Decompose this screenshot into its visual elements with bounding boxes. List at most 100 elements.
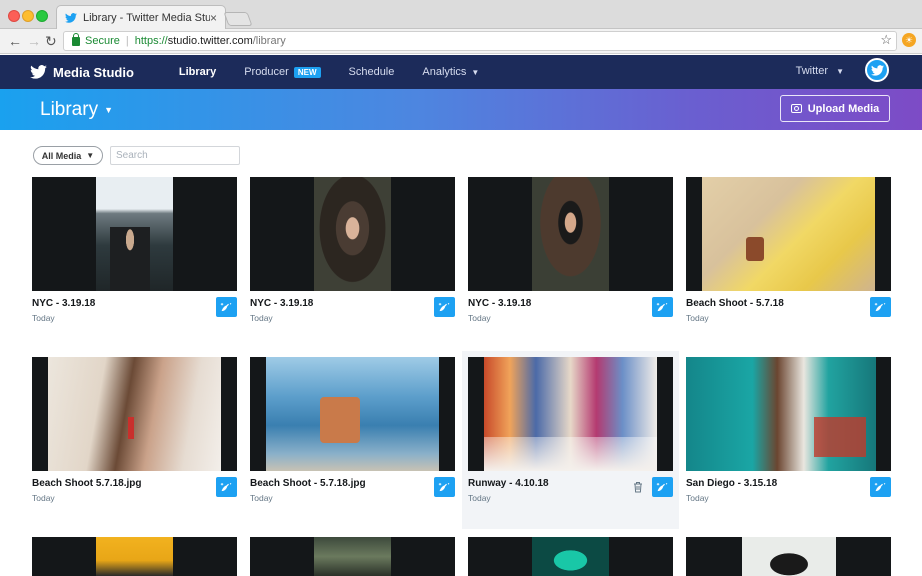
tweet-compose-button[interactable] — [216, 297, 237, 317]
media-card[interactable]: NYC - 3.19.18 Today — [468, 177, 673, 327]
media-date: Today — [468, 313, 491, 323]
media-thumbnail[interactable] — [32, 357, 237, 471]
compose-tweet-icon — [656, 302, 668, 312]
media-thumbnail-image-detail — [110, 227, 150, 291]
media-date: Today — [468, 493, 491, 503]
chevron-down-icon: ▼ — [836, 67, 844, 76]
media-thumbnail[interactable] — [686, 537, 891, 576]
tab-close-icon[interactable]: × — [210, 11, 217, 25]
media-card[interactable] — [686, 537, 891, 576]
nav-analytics[interactable]: Analytics ▼ — [422, 66, 479, 78]
upload-media-button[interactable]: Upload Media — [780, 95, 890, 122]
media-filter-label: All Media — [41, 150, 82, 161]
tweet-compose-button[interactable] — [434, 297, 455, 317]
nav-analytics-label: Analytics — [422, 66, 467, 78]
media-date: Today — [32, 313, 55, 323]
media-thumbnail[interactable] — [468, 357, 673, 471]
nav-schedule[interactable]: Schedule — [349, 66, 395, 78]
secure-label: Secure — [85, 35, 120, 47]
address-bar: ← → ↻ Secure | https:// studio.twitter.c… — [0, 29, 922, 54]
media-date: Today — [32, 493, 55, 503]
media-filter-dropdown[interactable]: All Media ▼ — [33, 146, 103, 165]
media-date: Today — [686, 313, 709, 323]
chevron-down-icon: ▼ — [104, 105, 113, 115]
close-window-button[interactable] — [8, 10, 20, 22]
compose-tweet-icon — [220, 302, 232, 312]
url-protocol: https:// — [134, 35, 168, 47]
media-card[interactable]: NYC - 3.19.18 Today — [250, 177, 455, 327]
media-thumbnail-image-detail — [128, 417, 134, 439]
library-banner: Library ▼ Upload Media — [0, 89, 922, 130]
url-field[interactable]: Secure | https:// studio.twitter.com /li… — [63, 31, 897, 51]
chevron-down-icon: ▼ — [471, 67, 480, 77]
forward-arrow-icon[interactable]: → — [27, 33, 41, 49]
media-title: NYC - 3.19.18 — [32, 298, 96, 309]
nav-producer-label: Producer — [244, 66, 289, 78]
compose-tweet-icon — [220, 482, 232, 492]
compose-tweet-icon — [438, 482, 450, 492]
search-input[interactable] — [110, 146, 240, 165]
brand-name: Media Studio — [53, 64, 134, 80]
media-thumbnail[interactable] — [32, 177, 237, 291]
nav-library[interactable]: Library — [179, 66, 216, 78]
page-title-dropdown[interactable]: Library ▼ — [40, 99, 113, 121]
tweet-compose-button[interactable] — [652, 477, 673, 497]
media-title: Beach Shoot - 5.7.18.jpg — [250, 478, 366, 489]
compose-tweet-icon — [656, 482, 668, 492]
minimize-window-button[interactable] — [22, 10, 34, 22]
media-card-hovered[interactable]: Runway - 4.10.18 Today — [462, 351, 679, 529]
media-thumbnail-image — [742, 537, 836, 576]
media-thumbnail[interactable] — [468, 177, 673, 291]
media-thumbnail[interactable] — [686, 357, 891, 471]
media-card[interactable] — [250, 537, 455, 576]
tweet-compose-button[interactable] — [870, 477, 891, 497]
media-card[interactable]: Beach Shoot 5.7.18.jpg Today — [32, 357, 237, 507]
bookmark-star-icon[interactable]: ☆ — [880, 32, 892, 48]
compose-tweet-icon — [874, 482, 886, 492]
browser-tab-bar: Library - Twitter Media Studio × — [0, 0, 922, 29]
media-thumbnail[interactable] — [250, 537, 455, 576]
trash-icon[interactable] — [633, 481, 643, 493]
extension-icon[interactable]: ☀ — [902, 33, 916, 47]
media-card[interactable]: Beach Shoot - 5.7.18 Today — [686, 177, 891, 327]
media-card[interactable]: NYC - 3.19.18 Today — [32, 177, 237, 327]
new-tab-button[interactable] — [223, 12, 253, 26]
media-thumbnail-image — [314, 537, 391, 576]
media-title: NYC - 3.19.18 — [468, 298, 532, 309]
tweet-compose-button[interactable] — [652, 297, 673, 317]
media-thumbnail-image-detail — [746, 237, 764, 261]
media-card[interactable]: San Diego - 3.15.18 Today — [686, 357, 891, 507]
media-thumbnail-image — [314, 177, 391, 291]
upload-media-label: Upload Media — [807, 102, 880, 115]
account-menu[interactable]: Twitter ▼ — [796, 65, 844, 77]
media-thumbnail-image-detail — [814, 417, 866, 457]
media-thumbnail-image — [532, 537, 609, 576]
back-arrow-icon[interactable]: ← — [8, 33, 22, 49]
browser-tab[interactable]: Library - Twitter Media Studio × — [56, 5, 226, 29]
media-card[interactable] — [32, 537, 237, 576]
media-thumbnail[interactable] — [686, 177, 891, 291]
media-date: Today — [250, 493, 273, 503]
avatar[interactable] — [865, 58, 889, 82]
media-title: San Diego - 3.15.18 — [686, 478, 778, 489]
media-thumbnail[interactable] — [250, 357, 455, 471]
media-card[interactable]: Beach Shoot - 5.7.18.jpg Today — [250, 357, 455, 507]
twitter-bird-icon — [65, 12, 77, 23]
media-thumbnail[interactable] — [250, 177, 455, 291]
media-thumbnail-image — [702, 177, 875, 291]
media-thumbnail[interactable] — [32, 537, 237, 576]
media-date: Today — [686, 493, 709, 503]
media-card[interactable] — [468, 537, 673, 576]
twitter-bird-icon — [870, 64, 884, 76]
tweet-compose-button[interactable] — [870, 297, 891, 317]
nav-producer[interactable]: Producer NEW — [244, 66, 321, 78]
maximize-window-button[interactable] — [36, 10, 48, 22]
media-title: Beach Shoot - 5.7.18 — [686, 298, 784, 309]
compose-tweet-icon — [874, 302, 886, 312]
media-thumbnail[interactable] — [468, 537, 673, 576]
tweet-compose-button[interactable] — [434, 477, 455, 497]
media-thumbnail-image-detail — [320, 397, 360, 443]
brand-logo[interactable]: Media Studio — [30, 65, 134, 80]
reload-icon[interactable]: ↻ — [45, 33, 57, 50]
tweet-compose-button[interactable] — [216, 477, 237, 497]
